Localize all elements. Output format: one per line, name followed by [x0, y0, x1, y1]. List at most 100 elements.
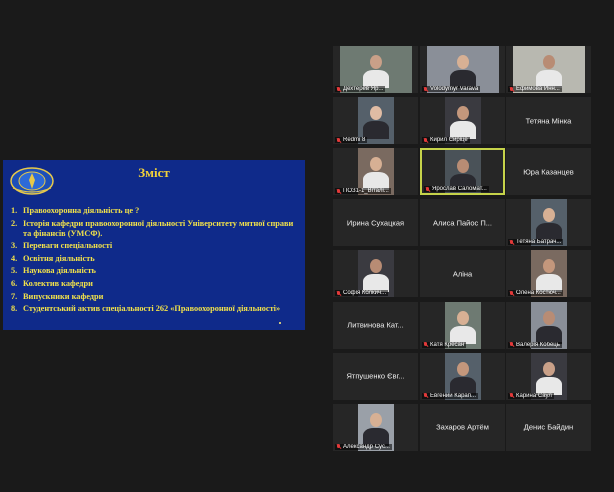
- participant-tile[interactable]: Redmi 8: [333, 97, 418, 145]
- participant-face: [542, 55, 555, 69]
- participant-tile[interactable]: Денис Байдин: [506, 403, 591, 451]
- participant-tile[interactable]: Тетяна Батрач...: [506, 199, 591, 247]
- participant-name-label: Евгений Карап...: [422, 392, 479, 399]
- participant-name: Катя Кресан: [430, 341, 465, 348]
- participant-tile[interactable]: Ятпушенко Євг...: [333, 352, 418, 400]
- participant-name: Софія Колкич...: [343, 290, 387, 297]
- participant-tile[interactable]: Тетяна Мінка: [506, 97, 591, 145]
- participant-face: [456, 55, 469, 69]
- participant-name: Ярослав Саломат...: [432, 186, 487, 193]
- participant-name: Дехтерев Яр...: [343, 86, 384, 92]
- participant-name-label: Катя Кресан: [422, 341, 467, 348]
- participant-face: [542, 361, 555, 376]
- participant-name: Валерія Кобець: [516, 341, 560, 348]
- participant-tile[interactable]: Аліна: [420, 250, 505, 298]
- toc-item: 3. Переваги спеціальності: [11, 241, 113, 251]
- participant-name-label: Софія Колкич...: [335, 290, 389, 297]
- participant-name-label: Александр Сус...: [335, 443, 392, 450]
- participant-tile[interactable]: Дехтерев Яр...: [333, 46, 418, 93]
- slide-title: Зміст: [138, 165, 170, 180]
- participant-face: [456, 159, 469, 174]
- participant-name: Олена Костюч...: [516, 290, 561, 297]
- toc-item: 4. Освітня діяльність: [11, 253, 95, 263]
- mic-muted-icon: [423, 86, 428, 92]
- mic-muted-icon: [336, 290, 341, 296]
- participant-face: [542, 310, 555, 325]
- toc-item: 5. Наукова діяльність: [11, 266, 96, 276]
- participant-face: [369, 412, 382, 427]
- participant-name: Тетяна Мінка: [525, 116, 572, 126]
- toc-item: 7. Випускники кафедри: [11, 291, 104, 301]
- mic-muted-icon: [336, 444, 341, 449]
- mic-muted-icon: [425, 186, 430, 192]
- participant-name: Карина Саул: [516, 392, 552, 399]
- mic-muted-icon: [509, 239, 514, 245]
- participant-name: Ятпушенко Євг...: [346, 371, 405, 381]
- participant-name-label: ПОЗ1-1_Віталі...: [335, 188, 391, 195]
- participant-name: Алиса Пайос П...: [433, 218, 492, 228]
- mic-muted-icon: [509, 393, 514, 398]
- mic-muted-icon: [336, 137, 341, 143]
- toc-item: 6. Колектив кафедри: [11, 278, 93, 288]
- participant-tile[interactable]: Кирил Сиріце: [420, 97, 505, 145]
- participant-name-label: Ярослав Саломат...: [424, 186, 489, 193]
- participant-tile[interactable]: Евгений Карап...: [420, 352, 505, 400]
- participant-name-label: Redmi 8: [335, 137, 368, 144]
- participant-tile[interactable]: ПОЗ1-1_Віталі...: [333, 148, 418, 196]
- participant-face: [456, 310, 469, 325]
- participant-name: Литвинова Кат...: [347, 320, 404, 330]
- mic-muted-icon: [509, 290, 514, 296]
- participant-name-label: Ефимова Инн...: [508, 86, 562, 92]
- participant-tile[interactable]: Олена Костюч...: [506, 250, 591, 298]
- participant-name: Ефимова Инн...: [516, 86, 560, 92]
- participant-tile[interactable]: Алиса Пайос П...: [420, 199, 505, 247]
- toc-item: 8. Студентський актив спеціальності 262 «…: [11, 304, 281, 314]
- toc-item: 2. Історія кафедри правоохоронної діяльно…: [11, 218, 294, 238]
- participant-name-label: Volodymyr Varava: [422, 86, 481, 92]
- participant-tile[interactable]: Ярослав Саломат...: [420, 148, 505, 196]
- participant-name: Тетяна Батрач...: [516, 239, 562, 246]
- mic-muted-icon: [423, 393, 428, 398]
- participant-name-label: Олена Костюч...: [508, 290, 563, 297]
- participant-tile[interactable]: Катя Кресан: [420, 301, 505, 349]
- participant-name: Евгений Карап...: [430, 392, 477, 399]
- participant-face: [369, 259, 382, 274]
- participant-face: [542, 208, 555, 223]
- participant-name-label: Валерія Кобець: [508, 341, 562, 348]
- participant-tile[interactable]: Ефимова Инн...: [506, 46, 591, 93]
- participant-tile[interactable]: Юра Казанцев: [506, 148, 591, 196]
- participant-name: Ирина Сухацкая: [346, 218, 405, 228]
- participant-name: Александр Сус...: [343, 443, 390, 450]
- participant-tile[interactable]: Софія Колкич...: [333, 250, 418, 298]
- participant-tile[interactable]: Ирина Сухацкая: [333, 199, 418, 247]
- mic-muted-icon: [423, 342, 428, 347]
- participant-tile[interactable]: Захаров Артём: [420, 403, 505, 451]
- participant-tile[interactable]: Литвинова Кат...: [333, 301, 418, 349]
- participant-name: Денис Байдин: [523, 422, 574, 432]
- participant-face: [456, 106, 469, 121]
- participant-name-label: Тетяна Батрач...: [508, 239, 564, 246]
- mic-muted-icon: [336, 86, 341, 92]
- participant-name: Юра Казанцев: [523, 167, 574, 177]
- participant-face: [369, 55, 382, 69]
- participant-name-label: Кирил Сиріце: [422, 137, 470, 144]
- participant-tile[interactable]: Volodymyr Varava: [420, 46, 505, 93]
- participant-face: [542, 259, 555, 274]
- toc-item: 1. Правоохоронна діяльність це ?: [11, 206, 140, 215]
- participant-face: [369, 106, 382, 121]
- participant-tile[interactable]: Карина Саул: [506, 352, 591, 400]
- mic-muted-icon: [509, 86, 514, 92]
- shared-slide: Зміст 1. Правоохоронна діяльність це ? 2.…: [3, 160, 305, 330]
- participant-face: [456, 361, 469, 376]
- participant-name: Аліна: [452, 269, 473, 279]
- participant-tile[interactable]: Валерія Кобець: [506, 301, 591, 349]
- participant-name: Захаров Артём: [436, 422, 489, 432]
- participant-name: Volodymyr Varava: [430, 86, 479, 92]
- participant-tile[interactable]: Александр Сус...: [333, 403, 418, 451]
- mic-muted-icon: [423, 137, 428, 143]
- slide-page-marker: [279, 322, 281, 324]
- participant-name: Кирил Сиріце: [430, 137, 468, 144]
- participant-name-label: Дехтерев Яр...: [335, 86, 386, 92]
- mic-muted-icon: [336, 188, 341, 194]
- participant-name: Redmi 8: [343, 137, 366, 144]
